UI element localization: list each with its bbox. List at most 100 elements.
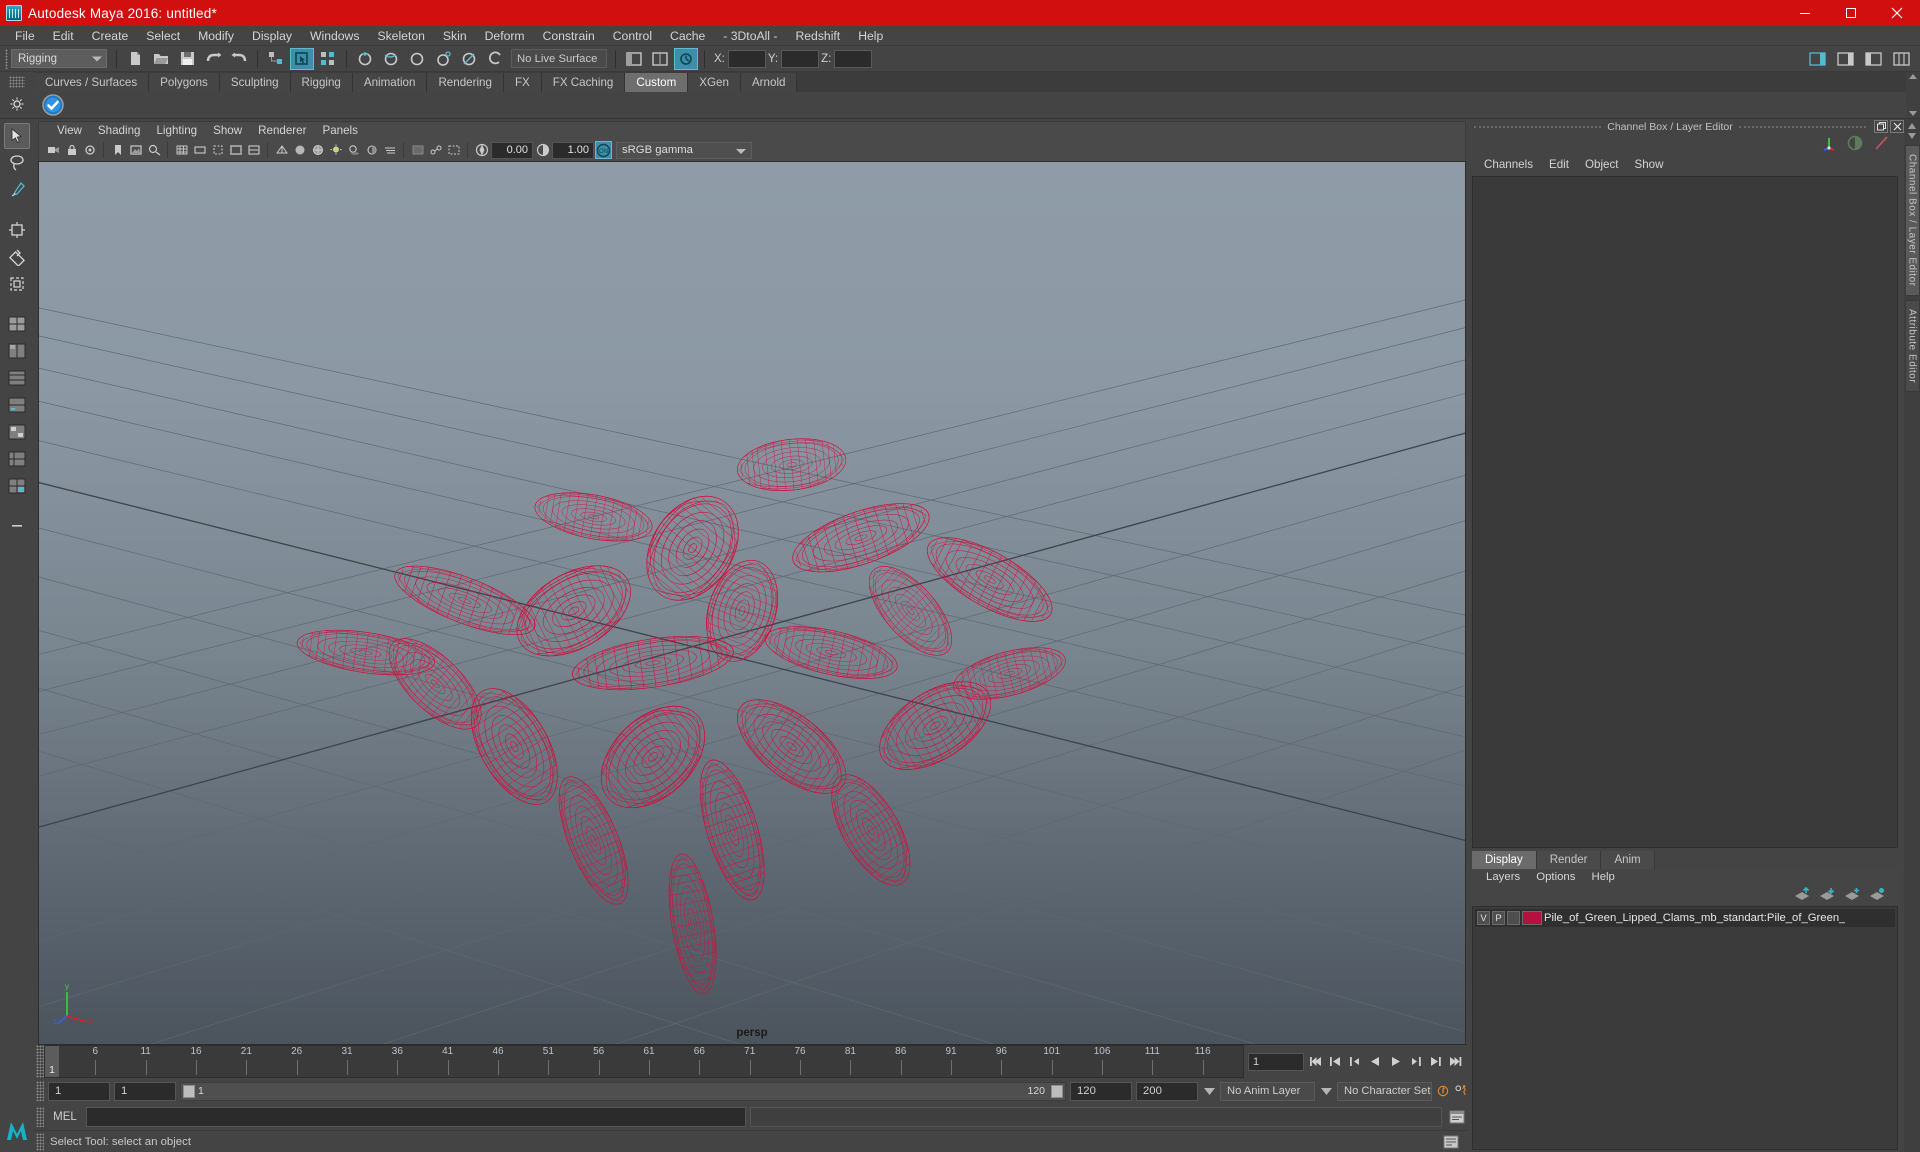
show-tool-settings-icon[interactable]	[1861, 48, 1885, 70]
new-scene-icon[interactable]	[123, 48, 147, 70]
rotate-tool-button[interactable]	[4, 244, 30, 270]
help-line-icon[interactable]	[1440, 1132, 1462, 1152]
shelf-tab-animation[interactable]: Animation	[352, 73, 428, 92]
sidebar-scroll-up-icon[interactable]	[1906, 121, 1918, 130]
menu-cache[interactable]: Cache	[661, 26, 714, 46]
auto-keyframe-toggle-icon[interactable]	[1436, 1082, 1450, 1101]
character-set-field[interactable]: No Character Set	[1337, 1081, 1432, 1101]
snap-to-projected-center-icon[interactable]	[431, 48, 455, 70]
two-d-pan-zoom-icon[interactable]	[145, 141, 162, 159]
channel-menu-object[interactable]: Object	[1577, 155, 1627, 175]
menu-edit[interactable]: Edit	[44, 26, 83, 46]
use-all-lights-icon[interactable]	[327, 141, 344, 159]
menu-set-selector[interactable]: Rigging	[11, 49, 107, 68]
layer-menu-options[interactable]: Options	[1528, 869, 1583, 886]
step-forward-key-icon[interactable]	[1427, 1052, 1444, 1072]
redo-icon[interactable]	[227, 48, 251, 70]
smooth-shade-wireframe-icon[interactable]	[309, 141, 326, 159]
shelf-tab-rigging[interactable]: Rigging	[290, 73, 353, 92]
command-line-gripper[interactable]	[36, 1107, 44, 1127]
menu-constrain[interactable]: Constrain	[534, 26, 604, 46]
viewport-menu-lighting[interactable]: Lighting	[148, 122, 205, 140]
smooth-shade-all-icon[interactable]	[291, 141, 308, 159]
shelf-tab-curves-surfaces[interactable]: Curves / Surfaces	[34, 73, 150, 92]
shelf-tab-xgen[interactable]: XGen	[688, 73, 741, 92]
menu-skeleton[interactable]: Skeleton	[368, 26, 433, 46]
film-gate-icon[interactable]	[191, 141, 208, 159]
layer-menu-help[interactable]: Help	[1583, 869, 1622, 886]
step-back-key-icon[interactable]	[1327, 1052, 1344, 1072]
open-scene-icon[interactable]	[149, 48, 173, 70]
make-live-icon[interactable]	[483, 48, 507, 70]
color-management-selector[interactable]: sRGB gamma	[616, 141, 752, 159]
channel-menu-edit[interactable]: Edit	[1541, 155, 1577, 175]
shelf-tab-fx-caching[interactable]: FX Caching	[541, 73, 626, 92]
wireframe-shading-icon[interactable]	[273, 141, 290, 159]
play-backwards-icon[interactable]	[1367, 1052, 1384, 1072]
menu-redshift[interactable]: Redshift	[786, 26, 849, 46]
viewport-menu-view[interactable]: View	[49, 122, 90, 140]
layout-two-pane-button[interactable]	[4, 338, 30, 364]
minimize-button[interactable]	[1782, 0, 1828, 26]
gamma-input[interactable]: 1.00	[552, 141, 594, 159]
z-coord-input[interactable]	[834, 49, 873, 68]
current-frame-field[interactable]: 1	[1248, 1052, 1304, 1071]
motion-blur-icon[interactable]	[381, 141, 398, 159]
menu-display[interactable]: Display	[243, 26, 301, 46]
create-new-layer-icon[interactable]	[1844, 887, 1861, 906]
animation-preferences-icon[interactable]	[1454, 1082, 1468, 1101]
shelf-options-icon[interactable]	[7, 94, 27, 114]
create-layer-from-selected-icon[interactable]	[1869, 887, 1886, 906]
xray-joints-icon[interactable]	[427, 141, 444, 159]
step-forward-frame-icon[interactable]	[1407, 1052, 1424, 1072]
manipulator-icon[interactable]	[1820, 134, 1838, 157]
move-layer-down-icon[interactable]	[1819, 887, 1836, 906]
shelf-gripper[interactable]	[9, 76, 25, 88]
layer-playback-toggle[interactable]: P	[1492, 911, 1505, 925]
show-attribute-editor-icon[interactable]	[1833, 48, 1857, 70]
menu-select[interactable]: Select	[137, 26, 189, 46]
layer-list[interactable]: V P Pile_of_Green_Lipped_Clams_mb_standa…	[1472, 906, 1898, 1150]
select-by-object-icon[interactable]	[290, 47, 314, 70]
status-bar-gripper[interactable]	[36, 1132, 44, 1151]
select-by-component-icon[interactable]	[316, 48, 340, 70]
menu-modify[interactable]: Modify	[189, 26, 243, 46]
toggle-attribute-editor-icon[interactable]	[1872, 134, 1890, 157]
tab-render-layers[interactable]: Render	[1536, 851, 1602, 869]
menu-3dtoall[interactable]: - 3DtoAll -	[714, 26, 786, 46]
select-by-hierarchy-icon[interactable]	[264, 48, 288, 70]
range-slider-bar[interactable]: 1 120	[180, 1081, 1066, 1101]
anim-layer-field[interactable]: No Anim Layer	[1220, 1081, 1315, 1101]
shelf-tab-polygons[interactable]: Polygons	[149, 73, 220, 92]
close-panel-icon[interactable]	[1890, 120, 1904, 133]
grid-toggle-icon[interactable]	[173, 141, 190, 159]
toolbar-gripper[interactable]	[2, 48, 11, 70]
gate-mask-icon[interactable]	[227, 141, 244, 159]
menu-control[interactable]: Control	[604, 26, 661, 46]
shelf-tab-sculpting[interactable]: Sculpting	[219, 73, 291, 92]
shelf-tab-fx[interactable]: FX	[503, 73, 542, 92]
shelf-tab-rendering[interactable]: Rendering	[427, 73, 504, 92]
script-editor-icon[interactable]	[1446, 1107, 1468, 1127]
menu-windows[interactable]: Windows	[301, 26, 368, 46]
resolution-gate-icon[interactable]	[209, 141, 226, 159]
camera-attributes-icon[interactable]	[81, 141, 98, 159]
layer-shading-toggle[interactable]	[1507, 911, 1520, 925]
tab-anim-layers[interactable]: Anim	[1601, 851, 1655, 869]
select-tool-button[interactable]	[4, 123, 30, 149]
viewport-menu-panels[interactable]: Panels	[314, 122, 365, 140]
layout-four-view-button[interactable]	[4, 473, 30, 499]
anim-start-time-field[interactable]: 1	[48, 1081, 110, 1101]
viewport-menu-shading[interactable]: Shading	[90, 122, 149, 140]
range-slider-left-handle[interactable]	[183, 1084, 195, 1098]
anim-end-time-field[interactable]: 200	[1136, 1081, 1198, 1101]
show-hide-sidebar-icon[interactable]	[1805, 48, 1829, 70]
command-language-label[interactable]: MEL	[48, 1111, 82, 1123]
layer-visibility-toggle[interactable]: V	[1477, 911, 1490, 925]
snap-to-view-plane-icon[interactable]	[457, 48, 481, 70]
lock-camera-icon[interactable]	[63, 141, 80, 159]
exposure-input[interactable]: 0.00	[491, 141, 533, 159]
command-input[interactable]	[86, 1107, 746, 1127]
layout-hypershade-button[interactable]	[4, 419, 30, 445]
maximize-button[interactable]	[1828, 0, 1874, 26]
